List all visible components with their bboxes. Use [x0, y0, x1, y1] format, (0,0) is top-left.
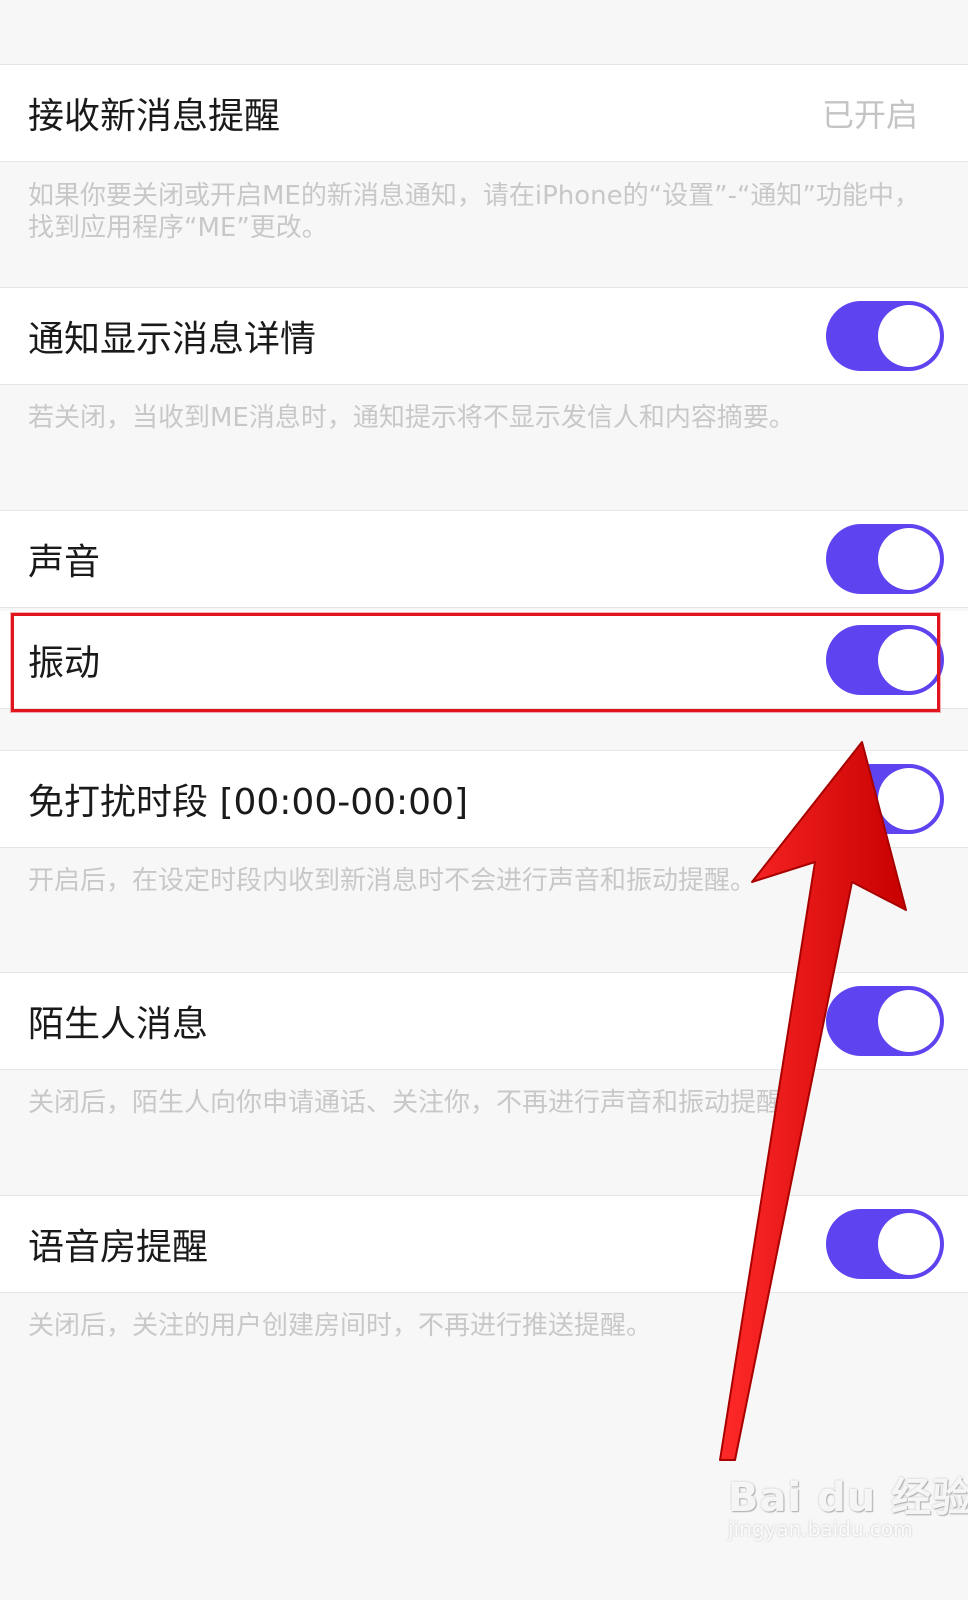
watermark-url: jingyan.baidu.com	[728, 1517, 913, 1541]
watermark-brand: Bai du 经验	[728, 1475, 968, 1521]
baidu-watermark: Bai du 经验 jingyan.baidu.com	[728, 1465, 968, 1555]
annotation-arrow-icon	[719, 741, 907, 1461]
